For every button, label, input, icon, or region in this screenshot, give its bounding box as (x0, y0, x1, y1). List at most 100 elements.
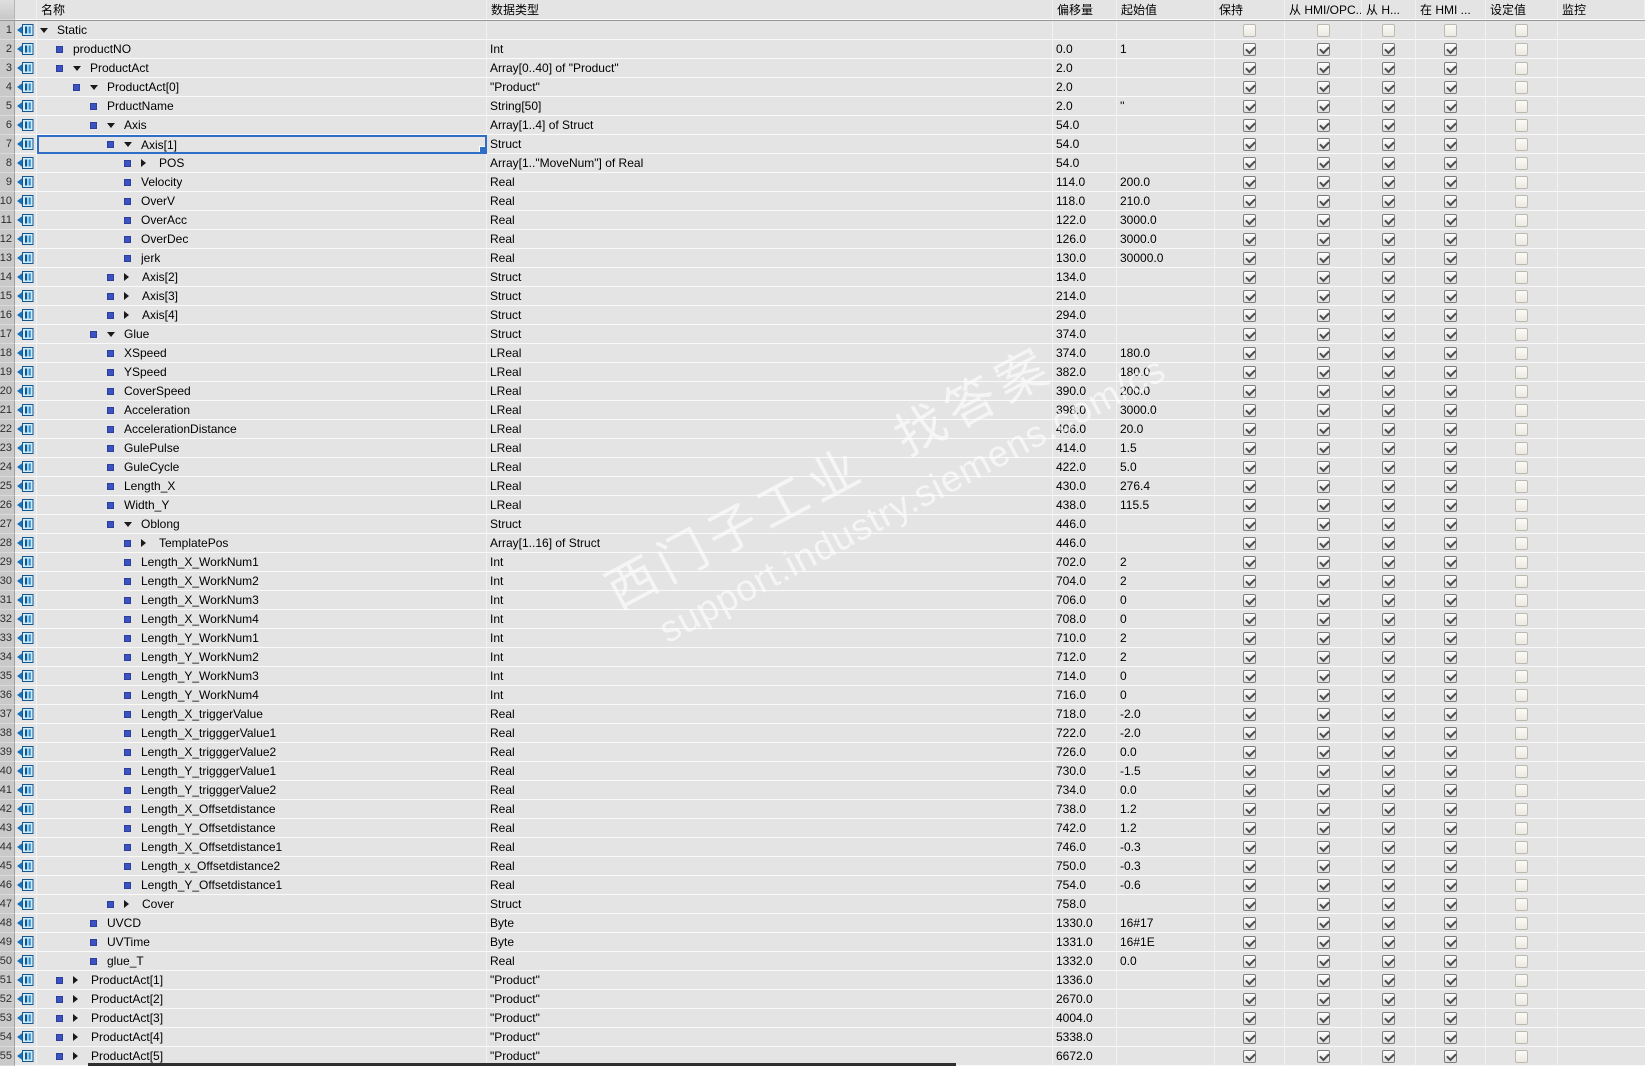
start-value-cell[interactable]: 20.0 (1117, 420, 1215, 439)
from-h-checkbox[interactable] (1382, 992, 1395, 1006)
start-value-cell[interactable]: '' (1117, 97, 1215, 116)
in-hmi-checkbox[interactable] (1444, 802, 1457, 816)
name-cell[interactable]: Length_Y_WorkNum3 (37, 667, 487, 686)
from-hmi-opc-checkbox[interactable] (1316, 175, 1330, 189)
retain-checkbox[interactable] (1243, 1049, 1256, 1063)
from-h-checkbox[interactable] (1382, 289, 1395, 303)
expand-toggle-icon[interactable] (73, 995, 78, 1003)
from-h-checkbox[interactable] (1382, 745, 1395, 759)
retain-checkbox[interactable] (1243, 384, 1256, 398)
name-cell[interactable]: jerk (37, 249, 487, 268)
from-h-checkbox[interactable] (1382, 555, 1395, 569)
from-hmi-opc-checkbox[interactable] (1316, 574, 1330, 588)
in-hmi-checkbox[interactable] (1444, 156, 1457, 170)
row-number-cell[interactable]: 41 (0, 781, 15, 800)
from-h-checkbox[interactable] (1382, 42, 1395, 56)
row-number-cell[interactable]: 35 (0, 667, 15, 686)
start-value-cell[interactable]: 2 (1117, 629, 1215, 648)
retain-checkbox[interactable] (1243, 612, 1256, 626)
column-header-start-value[interactable]: 起始值 (1117, 0, 1215, 20)
in-hmi-checkbox[interactable] (1444, 213, 1457, 227)
name-cell[interactable]: Axis[3] (37, 287, 487, 306)
row-number-cell[interactable]: 46 (0, 876, 15, 895)
datatype-cell[interactable]: "Product" (487, 1009, 1053, 1028)
retain-checkbox[interactable] (1243, 859, 1256, 873)
row-number-cell[interactable]: 42 (0, 800, 15, 819)
retain-checkbox[interactable] (1243, 707, 1256, 721)
start-value-cell[interactable]: 0.0 (1117, 743, 1215, 762)
from-h-checkbox[interactable] (1382, 422, 1395, 436)
from-hmi-opc-checkbox[interactable] (1316, 935, 1330, 949)
expand-toggle-icon[interactable] (73, 976, 78, 984)
in-hmi-checkbox[interactable] (1444, 631, 1457, 645)
from-hmi-opc-checkbox[interactable] (1316, 954, 1330, 968)
datatype-cell[interactable]: Real (487, 192, 1053, 211)
name-cell[interactable]: Length_X_Offsetdistance1 (37, 838, 487, 857)
retain-checkbox[interactable] (1243, 403, 1256, 417)
row-number-cell[interactable]: 13 (0, 249, 15, 268)
from-hmi-opc-checkbox[interactable] (1316, 460, 1330, 474)
row-number-cell[interactable]: 54 (0, 1028, 15, 1047)
from-h-checkbox[interactable] (1382, 707, 1395, 721)
from-hmi-opc-checkbox[interactable] (1316, 897, 1330, 911)
name-cell[interactable]: AccelerationDistance (37, 420, 487, 439)
datatype-cell[interactable]: LReal (487, 363, 1053, 382)
retain-checkbox[interactable] (1243, 935, 1256, 949)
from-h-checkbox[interactable] (1382, 80, 1395, 94)
from-hmi-opc-checkbox[interactable] (1316, 156, 1330, 170)
from-h-checkbox[interactable] (1382, 308, 1395, 322)
name-cell[interactable]: Axis[4] (37, 306, 487, 325)
from-h-checkbox[interactable] (1382, 764, 1395, 778)
name-cell[interactable]: Length_X (37, 477, 487, 496)
retain-checkbox[interactable] (1243, 61, 1256, 75)
from-h-checkbox[interactable] (1382, 631, 1395, 645)
expand-toggle-icon[interactable] (73, 1052, 78, 1060)
from-h-checkbox[interactable] (1382, 61, 1395, 75)
from-hmi-opc-checkbox[interactable] (1316, 270, 1330, 284)
datatype-cell[interactable]: Array[1..16] of Struct (487, 534, 1053, 553)
row-number-cell[interactable]: 4 (0, 78, 15, 97)
start-value-cell[interactable] (1117, 21, 1215, 40)
row-number-cell[interactable]: 51 (0, 971, 15, 990)
start-value-cell[interactable]: 210.0 (1117, 192, 1215, 211)
datatype-cell[interactable]: Real (487, 781, 1053, 800)
row-number-cell[interactable]: 20 (0, 382, 15, 401)
datatype-cell[interactable]: Real (487, 230, 1053, 249)
start-value-cell[interactable]: 0.0 (1117, 781, 1215, 800)
row-number-cell[interactable]: 36 (0, 686, 15, 705)
name-cell[interactable]: Axis (37, 116, 487, 135)
from-hmi-opc-checkbox[interactable] (1316, 593, 1330, 607)
from-h-checkbox[interactable] (1382, 916, 1395, 930)
in-hmi-checkbox[interactable] (1444, 137, 1457, 151)
start-value-cell[interactable] (1117, 78, 1215, 97)
name-cell[interactable]: ProductAct[0] (37, 78, 487, 97)
from-hmi-opc-checkbox[interactable] (1316, 555, 1330, 569)
datatype-cell[interactable]: LReal (487, 420, 1053, 439)
from-hmi-opc-checkbox[interactable] (1316, 517, 1330, 531)
start-value-cell[interactable]: 1.2 (1117, 819, 1215, 838)
from-hmi-opc-checkbox[interactable] (1316, 403, 1330, 417)
expand-toggle-icon[interactable] (124, 311, 129, 319)
row-number-cell[interactable]: 38 (0, 724, 15, 743)
in-hmi-checkbox[interactable] (1444, 42, 1457, 56)
from-h-checkbox[interactable] (1382, 821, 1395, 835)
start-value-cell[interactable]: -0.3 (1117, 838, 1215, 857)
from-h-checkbox[interactable] (1382, 650, 1395, 664)
row-number-cell[interactable]: 18 (0, 344, 15, 363)
retain-checkbox[interactable] (1243, 783, 1256, 797)
row-number-cell[interactable]: 23 (0, 439, 15, 458)
start-value-cell[interactable] (1117, 895, 1215, 914)
start-value-cell[interactable]: -0.6 (1117, 876, 1215, 895)
from-hmi-opc-checkbox[interactable] (1316, 745, 1330, 759)
name-cell[interactable]: Length_X_trigggerValue1 (37, 724, 487, 743)
from-h-checkbox[interactable] (1382, 688, 1395, 702)
from-h-checkbox[interactable] (1382, 726, 1395, 740)
name-cell[interactable]: Velocity (37, 173, 487, 192)
row-number-cell[interactable]: 19 (0, 363, 15, 382)
in-hmi-checkbox[interactable] (1444, 954, 1457, 968)
row-number-cell[interactable]: 33 (0, 629, 15, 648)
in-hmi-checkbox[interactable] (1444, 118, 1457, 132)
datatype-cell[interactable]: Int (487, 648, 1053, 667)
in-hmi-checkbox[interactable] (1444, 327, 1457, 341)
name-cell[interactable]: ProductAct[1] (37, 971, 487, 990)
